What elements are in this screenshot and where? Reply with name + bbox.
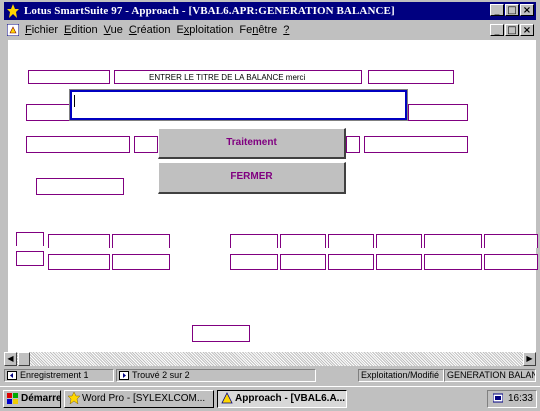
field-box[interactable] (230, 234, 278, 248)
field-box[interactable] (112, 254, 170, 270)
tray-icon[interactable] (492, 393, 504, 403)
field-box[interactable] (16, 251, 44, 266)
status-bar: Enregistrement 1 Trouvé 2 sur 2 Exploita… (4, 368, 536, 384)
field-box[interactable] (280, 234, 326, 248)
field-box[interactable] (346, 136, 360, 153)
field-box[interactable] (368, 70, 454, 84)
field-box[interactable] (328, 234, 374, 248)
scroll-right-icon[interactable]: ▶ (523, 352, 536, 366)
status-found-panel[interactable]: Trouvé 2 sur 2 (116, 369, 316, 382)
traitement-button[interactable]: Traitement (158, 128, 346, 159)
field-box[interactable] (328, 254, 374, 270)
menu-creation-label: réation (136, 24, 171, 36)
lotus-app-icon (6, 4, 20, 18)
status-record: Enregistrement 1 (20, 370, 89, 380)
status-view[interactable]: GENERATION BALANCE (444, 369, 536, 382)
field-box[interactable] (192, 325, 250, 342)
field-box[interactable] (376, 234, 422, 248)
menu-fenetre-label: être (258, 24, 278, 36)
status-found: Trouvé 2 sur 2 (132, 370, 190, 380)
system-tray: 16:33 (487, 390, 537, 408)
doc-close-button[interactable]: × (520, 24, 534, 36)
title-bar[interactable]: Lotus SmartSuite 97 - Approach - [VBAL6.… (4, 2, 536, 20)
doc-minimize-button[interactable]: _ (490, 24, 504, 36)
field-box[interactable] (16, 232, 44, 246)
find-nav-icon (119, 371, 129, 381)
task-word-pro[interactable]: Word Pro - [SYLEXLCOM... (64, 390, 214, 408)
menu-help[interactable]: ? (283, 24, 289, 36)
menu-vue-label: ue (110, 24, 123, 36)
menu-fichier[interactable]: Fichier (25, 24, 58, 36)
scroll-thumb[interactable] (18, 352, 30, 366)
fermer-button[interactable]: FERMER (158, 162, 346, 194)
record-nav-icon (7, 371, 17, 381)
menu-fenetre[interactable]: Fenêtre (239, 24, 277, 36)
menu-exploitation-label: ploitation (189, 24, 234, 36)
status-record-panel[interactable]: Enregistrement 1 (4, 369, 114, 382)
field-box[interactable] (36, 178, 124, 195)
field-box[interactable] (112, 234, 170, 248)
menu-edition-label: dition (71, 24, 98, 36)
field-box[interactable] (408, 104, 468, 121)
menu-exploitation-prefix: E (176, 24, 184, 36)
field-box[interactable] (48, 234, 110, 248)
menu-edition[interactable]: Edition (64, 24, 98, 36)
field-box[interactable] (376, 254, 422, 270)
task-approach[interactable]: Approach - [VBAL6.A... (217, 390, 347, 408)
prompt-label: ENTRER LE TITRE DE LA BALANCE merci (149, 73, 306, 82)
scroll-left-icon[interactable]: ◀ (4, 352, 17, 366)
word-pro-icon (67, 391, 81, 405)
clock: 16:33 (507, 393, 533, 404)
field-box[interactable] (424, 234, 482, 248)
menu-fichier-label: ichier (31, 24, 59, 36)
approach-icon (221, 392, 233, 404)
close-button[interactable]: × (520, 4, 534, 16)
prompt-box: ENTRER LE TITRE DE LA BALANCE merci (114, 70, 362, 84)
form-workspace: ENTRER LE TITRE DE LA BALANCE merci Trai… (8, 40, 538, 352)
field-box[interactable] (280, 254, 326, 270)
start-label: Démarrer (21, 393, 60, 404)
menu-fenetre-prefix: Fe (239, 24, 253, 36)
document-icon[interactable] (6, 23, 20, 37)
field-box[interactable] (26, 104, 76, 121)
menu-creation-accel: C (128, 24, 137, 36)
field-box[interactable] (484, 234, 538, 248)
windows-logo-icon (7, 392, 19, 404)
menu-vue[interactable]: Vue (104, 24, 123, 36)
task-word-pro-label: Word Pro - [SYLEXLCOM... (82, 393, 206, 404)
menu-fichier-accel: F (25, 24, 32, 36)
menu-vue-accel: V (103, 24, 111, 36)
field-box[interactable] (230, 254, 278, 270)
approach-window: Lotus SmartSuite 97 - Approach - [VBAL6.… (0, 0, 540, 410)
field-box[interactable] (364, 136, 468, 153)
window-title: Lotus SmartSuite 97 - Approach - [VBAL6.… (24, 5, 395, 17)
menu-creation[interactable]: Création (129, 24, 171, 36)
text-caret (74, 95, 75, 107)
menu-bar: Fichier Edition Vue Création Exploitatio… (4, 21, 536, 39)
minimize-button[interactable]: _ (490, 4, 504, 16)
balance-title-input[interactable] (69, 89, 408, 121)
horizontal-scrollbar[interactable]: ◀ ▶ (4, 352, 536, 366)
status-mode[interactable]: Exploitation/Modifié (358, 369, 444, 382)
menu-help-accel: ? (283, 24, 290, 36)
task-approach-label: Approach - [VBAL6.A... (235, 393, 346, 404)
windows-taskbar: Démarrer Word Pro - [SYLEXLCOM... Approa… (0, 386, 540, 411)
field-box[interactable] (26, 136, 130, 153)
field-box[interactable] (48, 254, 110, 270)
field-box[interactable] (484, 254, 538, 270)
field-box[interactable] (134, 136, 158, 153)
field-box[interactable] (424, 254, 482, 270)
doc-maximize-button[interactable]: □ (505, 24, 519, 36)
field-box[interactable] (28, 70, 110, 84)
maximize-button[interactable]: □ (505, 4, 519, 16)
start-button[interactable]: Démarrer (3, 390, 61, 408)
menu-exploitation[interactable]: Exploitation (176, 24, 233, 36)
